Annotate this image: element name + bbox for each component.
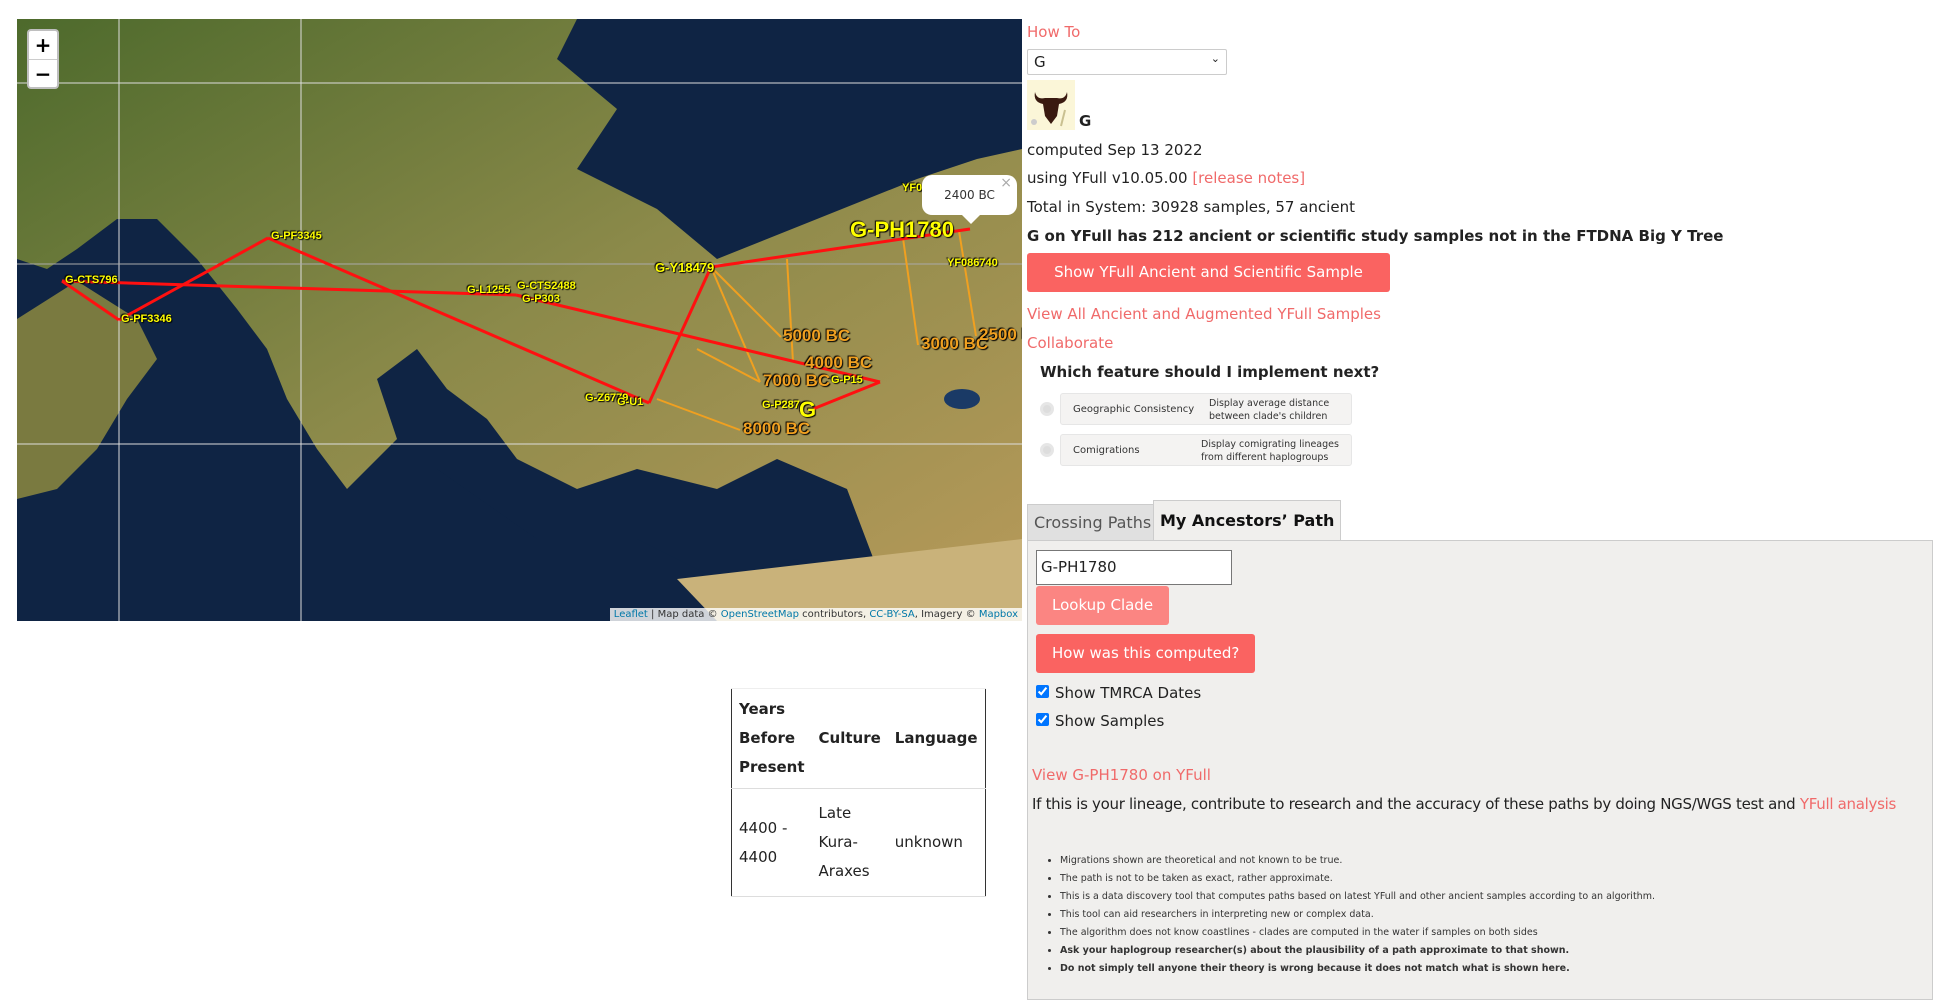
clade-marker[interactable]: YF0 [902,182,922,194]
culture-table: Years Before Present Culture Language 44… [731,688,986,897]
date-label: 5000 BC [783,326,851,345]
yfull-version: using YFull v10.05.00 [1027,169,1193,187]
zoom-out-button[interactable]: − [29,59,57,87]
clade-marker[interactable]: G-CTS2488 [517,280,576,292]
tab-my-ancestors-path[interactable]: My Ancestors’ Path [1153,500,1342,541]
migration-map[interactable]: + − G-PF3345 G-CTS796 G-PF3346 G-L1255 G… [17,19,1022,621]
release-notes-link[interactable]: [release notes] [1192,169,1305,187]
haplogroup-select[interactable]: G ⌄ [1027,49,1227,75]
license-link[interactable]: CC-BY-SA [869,609,914,620]
table-cell: unknown [887,788,986,897]
list-item: The algorithm does not know coastlines -… [1060,924,1655,942]
table-cell: 4400 - 4400 [731,788,812,897]
list-item: Ask your haplogroup researcher(s) about … [1060,942,1655,960]
disclaimer-list: Migrations shown are theoretical and not… [1060,852,1655,978]
option-name: Comigrations [1073,445,1140,456]
yfull-analysis-link[interactable]: YFull analysis [1800,795,1896,813]
clade-marker[interactable]: G-PF3345 [271,230,322,242]
list-item: This tool can aid researchers in interpr… [1060,906,1655,924]
poll-option-geographic-consistency[interactable]: Geographic Consistency Display average di… [1040,393,1352,425]
clade-marker[interactable]: G-P303 [522,293,560,305]
computed-date: computed Sep 13 2022 [1027,141,1203,159]
lineage-text: If this is your lineage, contribute to r… [1032,795,1800,813]
how-computed-button[interactable]: How was this computed? [1036,634,1256,673]
tab-crossing-paths[interactable]: Crossing Paths [1027,504,1159,540]
attribution-text: , Imagery © [914,609,979,620]
leaflet-link[interactable]: Leaflet [614,609,648,620]
select-value: G [1034,53,1046,71]
osm-link[interactable]: OpenStreetMap [721,609,799,620]
how-to-link[interactable]: How To [1027,23,1080,41]
clade-input[interactable]: G-PH1780 [1036,550,1232,585]
ftdna-note: G on YFull has 212 ancient or scientific… [1027,227,1724,245]
clade-marker[interactable]: G-P287 [762,399,800,411]
show-sample-ids-button[interactable]: Show YFull Ancient and Scientific Sample… [1027,253,1390,320]
column-header: Language [887,688,986,789]
show-tmrca-checkbox[interactable]: Show TMRCA Dates [1036,684,1201,702]
popup-text: 2400 BC [944,188,995,202]
clade-marker[interactable]: G-P15 [831,374,863,386]
poll-option-comigrations[interactable]: Comigrations Display comigrating lineages… [1040,434,1352,466]
zoom-control: + − [27,29,59,89]
clade-marker[interactable]: G-PF3346 [121,313,172,325]
clade-marker[interactable]: G-U1 [617,396,643,408]
clade-marker[interactable]: G-CTS796 [65,274,118,286]
list-item: Do not simply tell anyone their theory i… [1060,960,1655,978]
close-icon[interactable]: × [1000,163,1012,203]
table-row: 4400 - 4400 Late Kura-Araxes unknown [731,788,986,897]
date-label: 8000 BC [743,419,811,438]
column-header: Culture [811,688,888,789]
option-desc: Display comigrating lineages from differ… [1201,439,1339,463]
clade-marker[interactable]: G-Y18479 [655,260,714,275]
poll-title: Which feature should I implement next? [1040,363,1380,381]
clade-marker-selected[interactable]: G-PH1780 [850,217,954,243]
date-label: 7000 BC [763,371,831,390]
map-attribution: Leaflet | Map data © OpenStreetMap contr… [609,608,1022,621]
checkbox-label: Show TMRCA Dates [1055,684,1202,702]
date-popup: 2400 BC × [922,175,1017,224]
view-all-samples-link[interactable]: View All Ancient and Augmented YFull Sam… [1027,305,1381,323]
checkbox[interactable] [1036,685,1049,698]
mapbox-link[interactable]: Mapbox [979,609,1018,620]
haplogroup-name: G [1079,112,1092,130]
collaborate-link[interactable]: Collaborate [1027,334,1113,352]
list-item: This is a data discovery tool that compu… [1060,888,1655,906]
list-item: Migrations shown are theoretical and not… [1060,852,1655,870]
column-header: Years Before Present [731,688,812,789]
radio[interactable] [1040,402,1054,416]
zoom-in-button[interactable]: + [29,31,57,59]
clade-marker[interactable]: YF086740 [947,257,998,269]
date-label: 4000 BC [805,353,873,372]
show-samples-checkbox[interactable]: Show Samples [1036,712,1164,730]
radio[interactable] [1040,443,1054,457]
checkbox[interactable] [1036,713,1049,726]
table-cell: Late Kura-Araxes [811,788,888,897]
date-label: 2500 BC [979,325,1022,344]
total-samples: Total in System: 30928 samples, 57 ancie… [1027,198,1355,216]
lookup-clade-button[interactable]: Lookup Clade [1036,586,1170,625]
option-desc: Display average distance between clade's… [1209,398,1330,422]
checkbox-label: Show Samples [1055,712,1165,730]
view-on-yfull-link[interactable]: View G-PH1780 on YFull [1032,766,1211,784]
list-item: The path is not to be taken as exact, ra… [1060,870,1655,888]
haplogroup-icon [1027,80,1075,130]
attribution-text: contributors, [798,609,870,620]
clade-marker[interactable]: G-L1255 [467,284,510,296]
chevron-down-icon: ⌄ [1210,52,1220,65]
option-name: Geographic Consistency [1073,404,1195,415]
attribution-text: | Map data © [647,609,721,620]
